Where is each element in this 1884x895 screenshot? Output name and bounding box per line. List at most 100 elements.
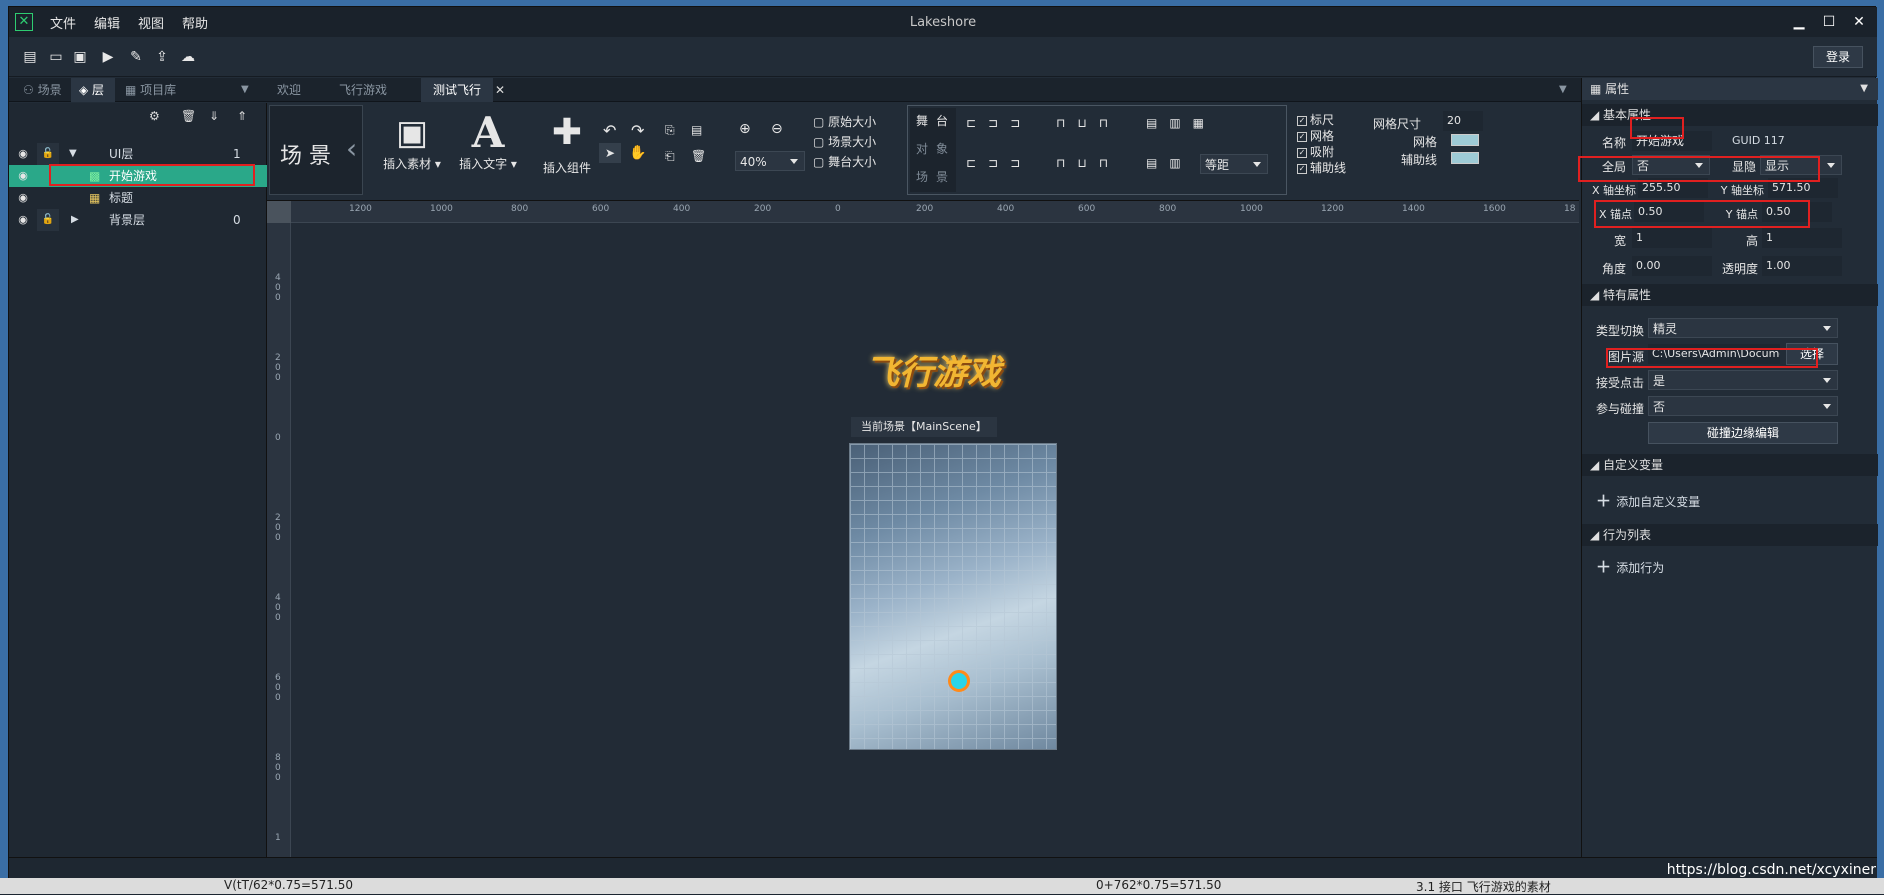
stage-size-button[interactable]: ▢ 舞台大小 bbox=[813, 153, 876, 170]
grid-size-input[interactable]: 20 bbox=[1443, 111, 1483, 131]
game-logo[interactable]: 飞行游戏 bbox=[865, 345, 1001, 394]
start-button-sprite[interactable] bbox=[948, 670, 970, 692]
align-row-1-icons[interactable]: ⊏⊐⊐ bbox=[966, 116, 1032, 130]
eye-icon[interactable]: ◉ bbox=[13, 209, 33, 231]
lock-icon[interactable] bbox=[37, 187, 59, 209]
add-custom-var-button[interactable]: ＋ 添加自定义变量 bbox=[1596, 490, 1700, 511]
type-select[interactable]: 精灵 bbox=[1648, 318, 1838, 338]
align-stage-char[interactable]: 舞 bbox=[916, 112, 928, 129]
anchor-x-field[interactable]: 0.50 bbox=[1634, 202, 1704, 222]
valign-row-1-icons[interactable]: ⊓⊔⊓ bbox=[1056, 116, 1120, 130]
close-icon[interactable]: ✕ bbox=[1845, 11, 1873, 33]
menu-help[interactable]: 帮助 bbox=[173, 13, 217, 32]
redo-icon[interactable]: ↷ bbox=[631, 121, 644, 140]
grid-color-swatch[interactable] bbox=[1451, 134, 1479, 146]
zoom-out-icon[interactable]: ⊖ bbox=[771, 121, 783, 137]
menu-edit[interactable]: 编辑 bbox=[85, 13, 129, 32]
eye-icon[interactable]: ◉ bbox=[13, 165, 33, 187]
open-folder-icon[interactable]: ▭ bbox=[45, 47, 67, 67]
menu-file[interactable]: 文件 bbox=[41, 13, 85, 32]
x-coord-field[interactable]: 255.50 bbox=[1638, 178, 1708, 198]
visible-select[interactable]: 显示 bbox=[1760, 155, 1842, 175]
eye-icon[interactable]: ◉ bbox=[13, 187, 33, 209]
doc-tab-test-flight[interactable]: 测试飞行 bbox=[421, 78, 493, 102]
panel-dropdown-icon[interactable]: ▼ bbox=[1860, 78, 1868, 100]
add-behavior-button[interactable]: ＋ 添加行为 bbox=[1596, 556, 1664, 577]
layer-row[interactable]: ◉ 🔓 ▶ 背景层 0 bbox=[9, 209, 267, 231]
copy-icon[interactable]: ⎘ bbox=[665, 123, 675, 138]
move-down-icon[interactable]: ⇓ bbox=[209, 109, 219, 123]
align-object-char[interactable]: 象 bbox=[936, 140, 948, 157]
new-file-icon[interactable]: ▤ bbox=[19, 47, 41, 67]
expand-icon[interactable]: ▼ bbox=[69, 143, 77, 165]
delete-layer-icon[interactable]: 🗑 bbox=[181, 109, 196, 123]
y-coord-field[interactable]: 571.50 bbox=[1768, 178, 1838, 198]
menu-view[interactable]: 视图 bbox=[129, 13, 173, 32]
save-icon[interactable]: ▣ bbox=[69, 47, 91, 67]
delete-icon[interactable]: 🗑 bbox=[691, 149, 706, 163]
align-scene-char[interactable]: 景 bbox=[936, 168, 948, 185]
collide-select[interactable]: 否 bbox=[1648, 396, 1838, 416]
eye-icon[interactable]: ◉ bbox=[13, 143, 33, 165]
doc-tabs-dropdown-icon[interactable]: ▼ bbox=[1559, 78, 1573, 102]
anchor-y-field[interactable]: 0.50 bbox=[1762, 202, 1832, 222]
original-size-button[interactable]: ▢ 原始大小 bbox=[813, 113, 876, 130]
lock-icon[interactable] bbox=[37, 165, 59, 187]
move-up-icon[interactable]: ⇑ bbox=[237, 109, 247, 123]
game-stage[interactable] bbox=[849, 443, 1057, 750]
insert-component-button[interactable]: ✚ 插入组件 bbox=[529, 111, 605, 191]
property-tab[interactable]: ▦ 属性 ▼ bbox=[1582, 78, 1878, 100]
accept-click-select[interactable]: 是 bbox=[1648, 370, 1838, 390]
align-row-2-icons[interactable]: ⊏⊐⊐ bbox=[966, 156, 1032, 170]
zoom-select[interactable]: 40% bbox=[735, 151, 805, 171]
paste-icon[interactable]: ▤ bbox=[691, 123, 702, 137]
add-layer-icon[interactable]: ⚙ bbox=[149, 109, 160, 123]
width-field[interactable]: 1 bbox=[1632, 228, 1712, 248]
doc-tab-flight-game[interactable]: 飞行游戏 bbox=[339, 78, 403, 102]
export-icon[interactable]: ⇪ bbox=[151, 47, 173, 67]
collision-edge-edit-button[interactable]: 碰撞边缘编辑 bbox=[1648, 422, 1838, 444]
scene-panel-button[interactable]: 场 景 ‹ bbox=[269, 105, 363, 195]
valign-row-2-icons[interactable]: ⊓⊔⊓ bbox=[1056, 156, 1120, 170]
image-path-field[interactable]: C:\Users\Admin\Documen bbox=[1648, 344, 1780, 364]
special-section-header[interactable]: ◢ 特有属性 bbox=[1582, 284, 1878, 306]
undo-icon[interactable]: ↶ bbox=[603, 121, 616, 140]
guide-checkbox[interactable]: ✓ 辅助线 bbox=[1297, 159, 1346, 176]
guide-color-swatch[interactable] bbox=[1451, 152, 1479, 164]
align-object-char[interactable]: 对 bbox=[916, 140, 928, 157]
height-field[interactable]: 1 bbox=[1762, 228, 1842, 248]
spacing-select[interactable]: 等距 bbox=[1200, 154, 1268, 174]
choose-image-button[interactable]: 选择 bbox=[1786, 343, 1838, 365]
tab-library[interactable]: ▦ 项目库 bbox=[117, 78, 237, 102]
zoom-in-icon[interactable]: ⊕ bbox=[739, 121, 751, 137]
global-select[interactable]: 否 bbox=[1632, 155, 1710, 175]
layer-row-selected[interactable]: ◉ ▩ 开始游戏 bbox=[9, 165, 267, 187]
minimize-icon[interactable]: ▁ bbox=[1785, 11, 1813, 33]
behaviors-header[interactable]: ◢ 行为列表 bbox=[1582, 524, 1878, 546]
basic-section-header[interactable]: ◢ 基本属性 bbox=[1582, 104, 1878, 126]
close-tab-icon[interactable]: ✕ bbox=[495, 78, 511, 102]
hand-tool-icon[interactable]: ✋ bbox=[629, 145, 646, 161]
layer-row[interactable]: ◉ 🔓 ▼ UI层 1 bbox=[9, 143, 267, 165]
ruler-checkbox[interactable]: ✓ 标尺 bbox=[1297, 111, 1334, 128]
insert-text-button[interactable]: A 插入文字 ▾ bbox=[453, 111, 523, 191]
layer-row[interactable]: ◉ ▦ 标题 bbox=[9, 187, 267, 209]
collapse-icon[interactable]: ▶ bbox=[71, 209, 79, 231]
clean-icon[interactable]: ✎ bbox=[125, 47, 147, 67]
maximize-icon[interactable]: ☐ bbox=[1815, 11, 1843, 33]
align-stage-char[interactable]: 台 bbox=[936, 112, 948, 129]
collapse-arrow-icon[interactable]: ‹ bbox=[346, 132, 357, 165]
grid-checkbox[interactable]: ✓ 网格 bbox=[1297, 127, 1334, 144]
select-tool-icon[interactable]: ➤ bbox=[599, 143, 621, 163]
upload-cloud-icon[interactable]: ☁ bbox=[177, 47, 199, 67]
distribute-icons[interactable]: ▤▥▦ bbox=[1146, 116, 1216, 130]
tab-layers[interactable]: ◈ 层 bbox=[71, 78, 115, 102]
duplicate-icon[interactable]: ⎗ bbox=[665, 149, 675, 164]
login-button[interactable]: 登录 bbox=[1813, 46, 1863, 68]
lock-icon[interactable]: 🔓 bbox=[37, 209, 59, 231]
left-tabs-dropdown-icon[interactable]: ▼ bbox=[241, 78, 259, 102]
tab-scene[interactable]: ⚇ 场景 bbox=[13, 78, 69, 102]
snap-checkbox[interactable]: ✓ 吸附 bbox=[1297, 143, 1334, 160]
align-scene-char[interactable]: 场 bbox=[916, 168, 928, 185]
play-icon[interactable]: ▶ bbox=[97, 47, 119, 67]
